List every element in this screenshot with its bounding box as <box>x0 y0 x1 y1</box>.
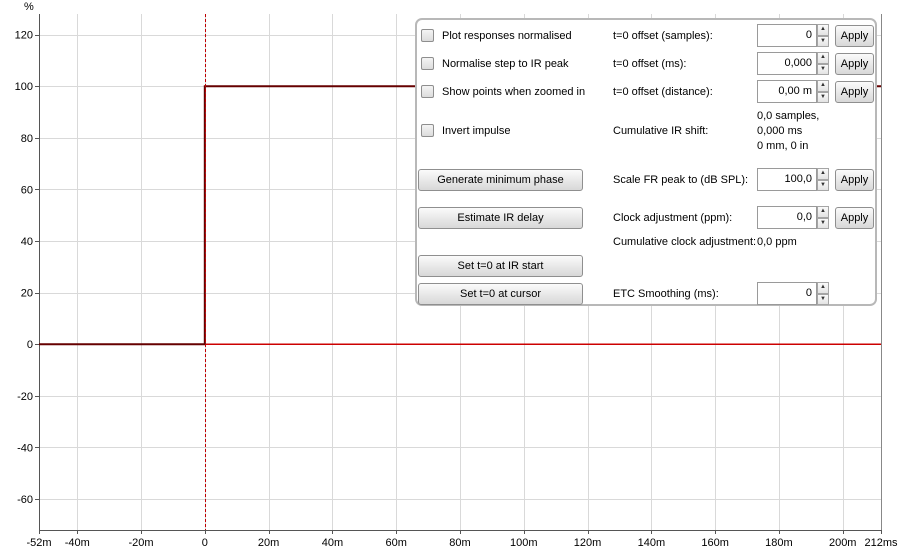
spin-down-icon[interactable]: ▼ <box>817 179 829 191</box>
y-tick-label: 100 <box>15 81 33 93</box>
shift-samples: 0,0 samples, <box>757 110 820 122</box>
etc-smoothing-input[interactable]: 0 <box>757 282 817 305</box>
cumulative-clock-value: 0,0 ppm <box>757 236 797 248</box>
x-tick-label: 212ms <box>864 537 898 549</box>
checkbox-box[interactable] <box>421 57 434 70</box>
plot-normalised-label: Plot responses normalised <box>442 29 572 42</box>
spin-up-icon[interactable]: ▲ <box>817 168 829 180</box>
x-tick-label: 20m <box>258 537 279 549</box>
y-tick-label: 20 <box>21 288 33 300</box>
etc-smoothing-spinner[interactable]: 0 ▲ ▼ <box>757 282 829 305</box>
y-tick-label: 80 <box>21 133 33 145</box>
show-points-checkbox[interactable]: Show points when zoomed in <box>421 85 585 98</box>
clock-adjustment-spinner[interactable]: 0,0 ▲ ▼ <box>757 206 829 229</box>
x-tick-label: 140m <box>638 537 666 549</box>
apply-clock-adjustment-button[interactable]: Apply <box>835 207 874 229</box>
offset-distance-input[interactable]: 0,00 m <box>757 80 817 103</box>
spin-down-icon[interactable]: ▼ <box>817 63 829 75</box>
x-tick-label: 100m <box>510 537 538 549</box>
offset-ms-spinner[interactable]: 0,000 ▲ ▼ <box>757 52 829 75</box>
y-tick-label: -40 <box>17 442 33 454</box>
clock-adjustment-input[interactable]: 0,0 <box>757 206 817 229</box>
spin-up-icon[interactable]: ▲ <box>817 24 829 36</box>
scale-fr-input[interactable]: 100,0 <box>757 168 817 191</box>
spin-down-icon[interactable]: ▼ <box>817 35 829 47</box>
x-tick-label: 60m <box>386 537 407 549</box>
x-tick-label: -40m <box>65 537 90 549</box>
checkbox-box[interactable] <box>421 124 434 137</box>
set-t0-cursor-button[interactable]: Set t=0 at cursor <box>418 283 583 305</box>
spin-up-icon[interactable]: ▲ <box>817 206 829 218</box>
clock-adjustment-label: Clock adjustment (ppm): <box>613 212 733 224</box>
scale-fr-spinner[interactable]: 100,0 ▲ ▼ <box>757 168 829 191</box>
offset-distance-label: t=0 offset (distance): <box>613 86 713 98</box>
x-tick-label: 0 <box>202 537 208 549</box>
apply-offset-distance-button[interactable]: Apply <box>835 81 874 103</box>
estimate-ir-delay-button[interactable]: Estimate IR delay <box>418 207 583 229</box>
apply-scale-fr-button[interactable]: Apply <box>835 169 874 191</box>
y-axis-unit: % <box>24 1 34 13</box>
x-tick-label: 180m <box>765 537 793 549</box>
show-points-label: Show points when zoomed in <box>442 85 586 98</box>
y-tick-label: -20 <box>17 391 33 403</box>
offset-ms-label: t=0 offset (ms): <box>613 58 687 70</box>
x-tick-label: 40m <box>322 537 343 549</box>
y-tick-label: 120 <box>15 30 33 42</box>
x-tick-label: 200m <box>829 537 857 549</box>
x-tick-labels: -52m -40m -20m 0 20m 40m 60m 80m 100m 120m 140m 160… <box>26 530 898 549</box>
x-tick-label: 160m <box>701 537 729 549</box>
invert-impulse-checkbox[interactable]: Invert impulse <box>421 124 510 137</box>
shift-ms: 0,000 ms <box>757 125 803 137</box>
offset-samples-label: t=0 offset (samples): <box>613 30 713 42</box>
ir-windows-panel: Plot responses normalised Normalise step… <box>415 18 877 306</box>
set-t0-ir-start-button[interactable]: Set t=0 at IR start <box>418 255 583 277</box>
plot-normalised-checkbox[interactable]: Plot responses normalised <box>421 29 572 42</box>
generate-min-phase-button[interactable]: Generate minimum phase <box>418 169 583 191</box>
x-tick-label: -20m <box>129 537 154 549</box>
y-tick-labels: 120 100 80 60 40 20 0 -20 -40 -60 <box>15 30 39 506</box>
etc-smoothing-label: ETC Smoothing (ms): <box>613 288 719 300</box>
scale-fr-label: Scale FR peak to (dB SPL): <box>613 174 749 186</box>
checkbox-box[interactable] <box>421 85 434 98</box>
shift-distance: 0 mm, 0 in <box>757 140 809 152</box>
apply-offset-samples-button[interactable]: Apply <box>835 25 874 47</box>
cumulative-shift-label: Cumulative IR shift: <box>613 125 709 137</box>
invert-impulse-label: Invert impulse <box>442 124 511 137</box>
cumulative-shift-value: 0,0 samples, 0,000 ms 0 mm, 0 in <box>757 109 819 154</box>
checkbox-box[interactable] <box>421 29 434 42</box>
y-tick-label: 40 <box>21 236 33 248</box>
offset-distance-spinner[interactable]: 0,00 m ▲ ▼ <box>757 80 829 103</box>
normalise-step-checkbox[interactable]: Normalise step to IR peak <box>421 57 569 70</box>
spin-down-icon[interactable]: ▼ <box>817 217 829 229</box>
offset-ms-input[interactable]: 0,000 <box>757 52 817 75</box>
x-tick-label: -52m <box>26 537 51 549</box>
spin-down-icon[interactable]: ▼ <box>817 91 829 103</box>
spin-down-icon[interactable]: ▼ <box>817 293 829 305</box>
spin-up-icon[interactable]: ▲ <box>817 282 829 294</box>
y-tick-label: 60 <box>21 184 33 196</box>
normalise-step-label: Normalise step to IR peak <box>442 57 569 70</box>
offset-samples-input[interactable]: 0 <box>757 24 817 47</box>
spin-up-icon[interactable]: ▲ <box>817 80 829 92</box>
x-tick-label: 120m <box>574 537 602 549</box>
x-tick-label: 80m <box>449 537 470 549</box>
y-tick-label: -60 <box>17 494 33 506</box>
spin-up-icon[interactable]: ▲ <box>817 52 829 64</box>
offset-samples-spinner[interactable]: 0 ▲ ▼ <box>757 24 829 47</box>
cumulative-clock-label: Cumulative clock adjustment: <box>613 236 757 248</box>
y-tick-label: 0 <box>27 339 33 351</box>
apply-offset-ms-button[interactable]: Apply <box>835 53 874 75</box>
